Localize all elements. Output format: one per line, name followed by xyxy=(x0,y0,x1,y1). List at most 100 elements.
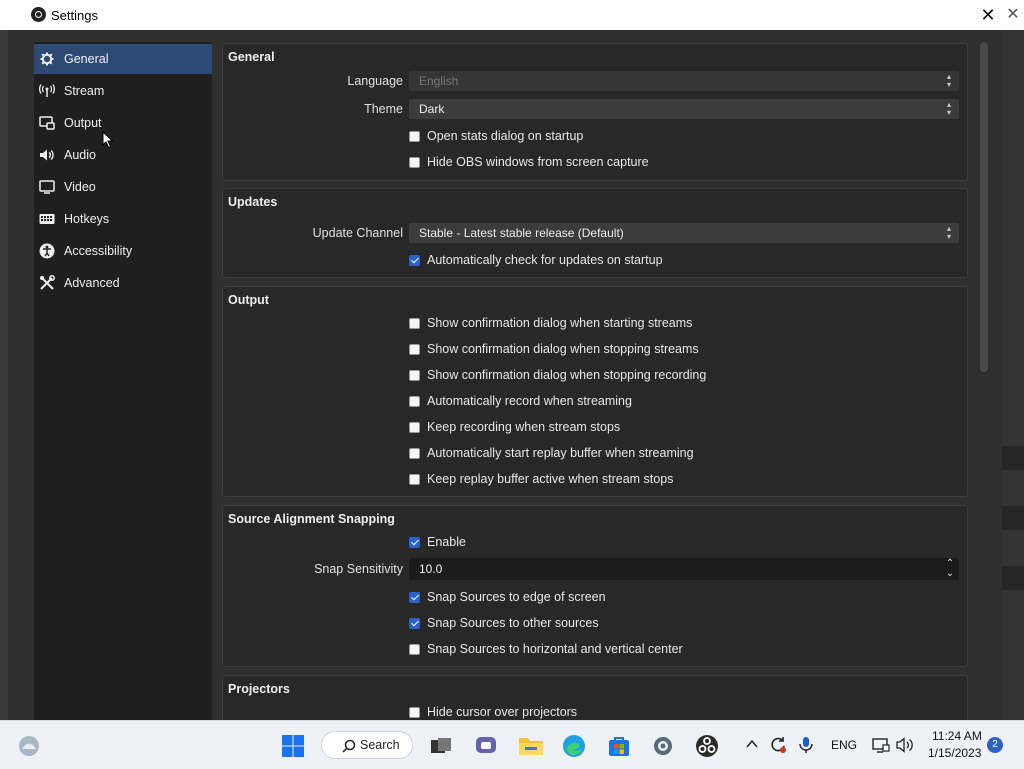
checkbox-icon xyxy=(409,343,420,355)
sync-icon[interactable] xyxy=(768,735,788,755)
sidebar-item-general[interactable]: General xyxy=(34,44,212,74)
volume-icon[interactable] xyxy=(896,736,914,754)
store-icon[interactable] xyxy=(607,734,631,758)
sidebar-item-stream[interactable]: Stream xyxy=(34,76,212,106)
start-icon[interactable] xyxy=(281,734,305,758)
checkbox-label: Hide OBS windows from screen capture xyxy=(427,155,649,169)
sidebar-item-audio[interactable]: Audio xyxy=(34,140,212,170)
checkbox-label: Show confirmation dialog when starting s… xyxy=(427,316,693,330)
confirm-start-stream-checkbox[interactable]: Show confirmation dialog when starting s… xyxy=(409,314,692,332)
snap-sensitivity-value: 10.0 xyxy=(419,562,443,576)
tools-icon xyxy=(39,275,55,291)
file-explorer-icon[interactable] xyxy=(518,734,543,758)
snap-center-checkbox[interactable]: Snap Sources to horizontal and vertical … xyxy=(409,640,683,658)
checkbox-label: Enable xyxy=(427,535,466,549)
network-icon[interactable] xyxy=(872,736,890,754)
checkbox-label: Keep replay buffer active when stream st… xyxy=(427,472,674,486)
sidebar-item-label: Output xyxy=(64,116,102,130)
spin-arrows-icon[interactable]: ⌃ ⌄ xyxy=(943,559,957,579)
taskbar: Search ENG 11:24 AM 1/15/2023 2 xyxy=(0,720,1024,769)
chat-icon[interactable] xyxy=(474,734,498,758)
settings-scrollbar[interactable] xyxy=(980,42,990,720)
checkbox-icon xyxy=(409,706,420,718)
hide-obs-capture-checkbox[interactable]: Hide OBS windows from screen capture xyxy=(409,153,649,171)
checkbox-checked-icon xyxy=(409,254,420,266)
obs-logo-icon xyxy=(31,7,46,22)
search-label: Search xyxy=(360,738,400,752)
checkbox-icon xyxy=(409,156,420,168)
sidebar-item-label: Advanced xyxy=(64,276,120,290)
checkbox-icon xyxy=(409,447,420,459)
update-channel-select[interactable]: Stable - Latest stable release (Default)… xyxy=(409,223,959,243)
background-strip xyxy=(1002,506,1024,530)
checkbox-label: Snap Sources to horizontal and vertical … xyxy=(427,642,683,656)
general-group: General Language English ▴ ▾ Theme Dark ▴… xyxy=(222,43,968,181)
keep-replay-buffer-checkbox[interactable]: Keep replay buffer active when stream st… xyxy=(409,470,673,488)
sidebar-item-video[interactable]: Video xyxy=(34,172,212,202)
snap-enable-checkbox[interactable]: Enable xyxy=(409,533,466,551)
group-title: Source Alignment Snapping xyxy=(228,512,395,526)
widgets-icon[interactable] xyxy=(17,734,41,758)
sidebar-item-hotkeys[interactable]: Hotkeys xyxy=(34,204,212,234)
taskbar-search[interactable]: Search xyxy=(321,731,413,759)
accessibility-icon xyxy=(39,243,55,259)
group-title: Updates xyxy=(228,195,278,209)
checkbox-label: Keep recording when stream stops xyxy=(427,420,621,434)
keep-recording-checkbox[interactable]: Keep recording when stream stops xyxy=(409,418,620,436)
snap-sensitivity-spinbox[interactable]: 10.0 ⌃ ⌄ xyxy=(409,558,959,580)
language-label: Language xyxy=(347,74,403,88)
updates-group: Updates Update Channel Stable - Latest s… xyxy=(222,188,968,278)
close-button[interactable]: ✕ xyxy=(976,3,1000,27)
checkbox-label: Automatically check for updates on start… xyxy=(427,253,663,267)
output-icon xyxy=(39,115,55,131)
auto-replay-buffer-checkbox[interactable]: Automatically start replay buffer when s… xyxy=(409,444,694,462)
language-select[interactable]: English ▴ ▾ xyxy=(409,71,959,91)
input-language[interactable]: ENG xyxy=(831,738,857,752)
confirm-stop-recording-checkbox[interactable]: Show confirmation dialog when stopping r… xyxy=(409,366,706,384)
notification-badge[interactable]: 2 xyxy=(987,737,1003,753)
checkbox-icon xyxy=(409,473,420,485)
checkbox-label: Hide cursor over projectors xyxy=(427,705,578,719)
sidebar-item-accessibility[interactable]: Accessibility xyxy=(34,236,212,266)
sidebar-item-advanced[interactable]: Advanced xyxy=(34,268,212,298)
update-channel-label: Update Channel xyxy=(312,226,403,240)
theme-select[interactable]: Dark ▴ ▾ xyxy=(409,99,959,119)
snap-edge-checkbox[interactable]: Snap Sources to edge of screen xyxy=(409,588,606,606)
obs-studio-icon[interactable] xyxy=(695,734,719,758)
hide-cursor-projectors-checkbox[interactable]: Hide cursor over projectors xyxy=(409,703,577,721)
monitor-icon xyxy=(39,179,55,195)
microphone-icon[interactable] xyxy=(798,735,814,755)
theme-label: Theme xyxy=(364,102,403,116)
sidebar-item-label: General xyxy=(64,52,109,66)
open-stats-checkbox[interactable]: Open stats dialog on startup xyxy=(409,127,583,145)
task-view-icon[interactable] xyxy=(429,734,453,758)
checkbox-icon xyxy=(409,317,420,329)
combo-arrows-icon: ▴ ▾ xyxy=(946,100,951,117)
settings-app-icon[interactable] xyxy=(651,734,675,758)
theme-value: Dark xyxy=(419,102,445,116)
confirm-stop-stream-checkbox[interactable]: Show confirmation dialog when stopping s… xyxy=(409,340,699,358)
scrollbar-thumb[interactable] xyxy=(980,42,988,372)
snap-sensitivity-label: Snap Sensitivity xyxy=(314,562,403,576)
checkbox-label: Show confirmation dialog when stopping s… xyxy=(427,342,699,356)
combo-arrows-icon: ▴ ▾ xyxy=(946,72,951,89)
speaker-icon xyxy=(39,147,55,163)
checkbox-label: Show confirmation dialog when stopping r… xyxy=(427,368,707,382)
gear-icon xyxy=(39,51,55,67)
snap-other-sources-checkbox[interactable]: Snap Sources to other sources xyxy=(409,614,599,632)
auto-check-updates-checkbox[interactable]: Automatically check for updates on start… xyxy=(409,251,663,269)
clock-date[interactable]: 1/15/2023 xyxy=(928,746,981,760)
checkbox-label: Open stats dialog on startup xyxy=(427,129,584,143)
chevron-up-icon[interactable] xyxy=(745,737,761,753)
antenna-icon xyxy=(39,83,55,99)
checkbox-label: Automatically start replay buffer when s… xyxy=(427,446,694,460)
background-close-icon: ✕ xyxy=(1006,6,1020,23)
edge-browser-icon[interactable] xyxy=(562,734,586,758)
group-title: General xyxy=(228,50,275,64)
sidebar-item-label: Accessibility xyxy=(64,244,133,258)
sidebar-item-label: Stream xyxy=(64,84,105,98)
auto-record-checkbox[interactable]: Automatically record when streaming xyxy=(409,392,632,410)
sidebar-item-output[interactable]: Output xyxy=(34,108,212,138)
clock-time[interactable]: 11:24 AM xyxy=(932,729,982,743)
checkbox-label: Snap Sources to other sources xyxy=(427,616,599,630)
